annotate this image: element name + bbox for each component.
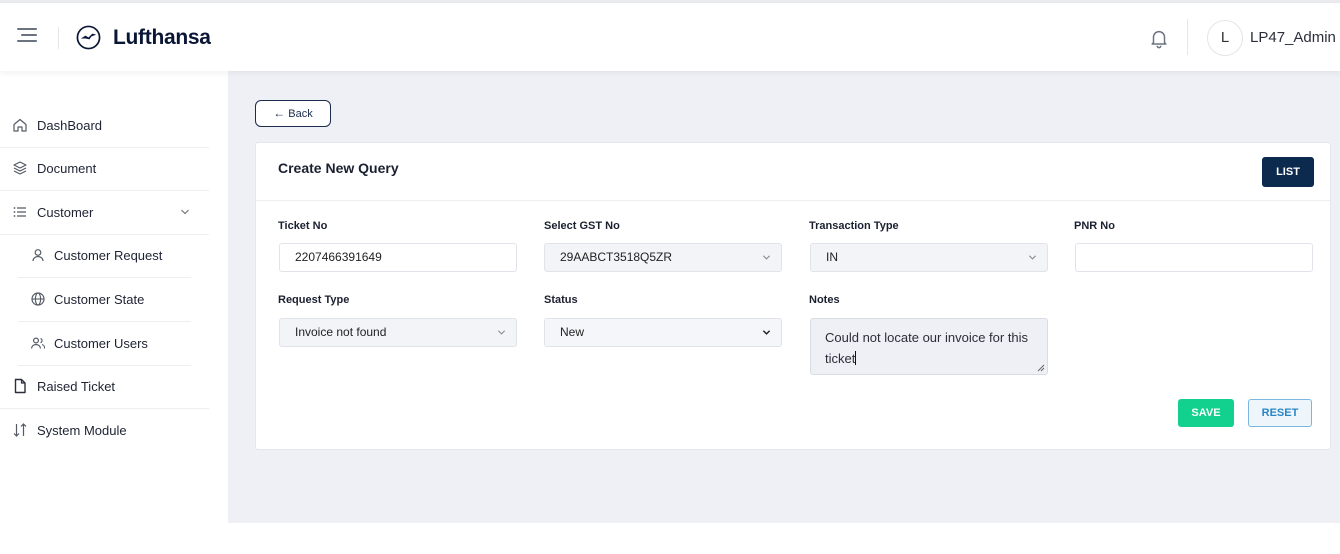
chevron-down-icon[interactable]: [180, 207, 190, 217]
resize-handle-icon[interactable]: [1037, 364, 1045, 372]
request-type-select[interactable]: Invoice not found: [279, 318, 517, 347]
bottom-strip: [228, 523, 1340, 554]
users-icon: [30, 337, 46, 349]
create-query-card: Create New Query LIST Ticket No 22074663…: [255, 142, 1331, 450]
sort-arrows-icon: [13, 423, 27, 437]
text-caret: [855, 351, 857, 365]
menu-toggle-icon[interactable]: [17, 27, 39, 45]
request-type-label: Request Type: [278, 294, 350, 306]
sidebar-item-dashboard[interactable]: DashBoard: [0, 104, 209, 148]
chevron-down-icon: [762, 255, 771, 260]
globe-icon: [31, 292, 45, 306]
sidebar-item-label: Customer State: [54, 292, 145, 307]
sidebar-item-label: System Module: [37, 423, 127, 438]
sidebar-item-system-module[interactable]: System Module: [0, 409, 209, 453]
sidebar-item-label: Document: [37, 161, 97, 176]
layers-icon: [13, 161, 27, 175]
sidebar: DashBoard Document Customer Customer Req…: [0, 71, 228, 554]
sidebar-item-customer-request[interactable]: Customer Request: [18, 234, 191, 278]
save-button[interactable]: SAVE: [1178, 399, 1234, 427]
list-button[interactable]: LIST: [1262, 157, 1314, 187]
status-label: Status: [544, 294, 578, 306]
chevron-down-icon: [1028, 255, 1037, 260]
transaction-type-value: IN: [826, 250, 838, 264]
username-label[interactable]: LP47_Admin: [1250, 29, 1336, 46]
sidebar-item-customer-users[interactable]: Customer Users: [18, 322, 191, 366]
sidebar-item-label: Customer: [37, 205, 94, 220]
pnr-no-input[interactable]: [1075, 243, 1313, 272]
sidebar-item-label: Customer Request: [54, 248, 163, 263]
sidebar-item-customer[interactable]: Customer: [0, 191, 209, 235]
notes-label: Notes: [809, 294, 840, 306]
request-type-value: Invoice not found: [295, 325, 387, 339]
card-title: Create New Query: [278, 160, 399, 176]
status-value: New: [560, 325, 585, 339]
chevron-down-icon: [497, 330, 506, 335]
header-divider: [58, 27, 59, 49]
file-icon: [14, 378, 26, 394]
gst-no-value: 29AABCT3518Q5ZR: [560, 250, 673, 264]
transaction-type-select[interactable]: IN: [810, 243, 1048, 272]
sidebar-item-raised-ticket[interactable]: Raised Ticket: [0, 365, 209, 409]
user-avatar[interactable]: L: [1207, 20, 1243, 56]
sidebar-item-customer-state[interactable]: Customer State: [18, 278, 191, 322]
notes-textarea[interactable]: Could not locate our invoice for this ti…: [810, 318, 1048, 375]
lufthansa-crane-logo-icon: [76, 25, 101, 50]
reset-button[interactable]: RESET: [1248, 399, 1312, 427]
sidebar-item-label: Raised Ticket: [37, 379, 116, 394]
gst-no-select[interactable]: 29AABCT3518Q5ZR: [544, 243, 782, 272]
notification-bell-icon[interactable]: [1148, 26, 1170, 50]
sidebar-item-label: DashBoard: [37, 118, 103, 133]
card-divider: [256, 200, 1330, 201]
main-content: ← Back Create New Query LIST Ticket No 22…: [228, 71, 1340, 523]
sidebar-item-document[interactable]: Document: [0, 147, 209, 191]
top-header: Lufthansa L LP47_Admin: [0, 3, 1340, 71]
back-button[interactable]: ← Back: [255, 100, 331, 127]
pnr-no-label: PNR No: [1074, 220, 1115, 232]
ticket-no-input[interactable]: 2207466391649: [279, 243, 517, 272]
transaction-type-label: Transaction Type: [809, 220, 899, 232]
header-divider: [1187, 19, 1188, 55]
user-icon: [32, 249, 44, 262]
gst-no-label: Select GST No: [544, 220, 620, 232]
home-icon: [13, 118, 27, 132]
ticket-no-label: Ticket No: [278, 220, 328, 232]
status-select[interactable]: New: [544, 318, 782, 347]
back-label: Back: [288, 108, 313, 120]
brand-name[interactable]: Lufthansa: [113, 26, 211, 50]
chevron-down-icon: [762, 330, 771, 335]
sidebar-item-label: Customer Users: [54, 336, 148, 351]
arrow-left-icon: ←: [273, 106, 286, 120]
list-icon: [13, 207, 26, 217]
